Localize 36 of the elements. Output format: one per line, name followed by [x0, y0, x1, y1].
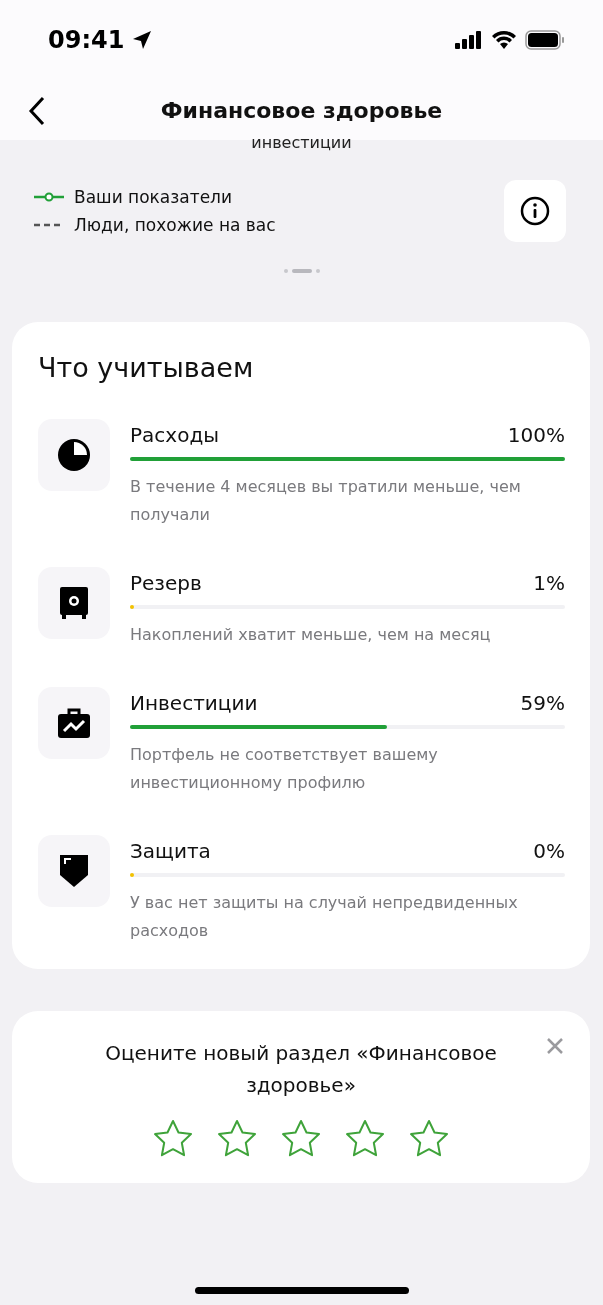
factor-name: Резерв	[130, 571, 202, 595]
factor-percent: 0%	[533, 839, 565, 863]
safe-icon	[60, 587, 88, 619]
rating-prompt: Оцените новый раздел «Финансовое здоровье»	[104, 1040, 498, 1099]
factor-description: Портфель не соответствует вашему инвестиционному профилю	[130, 744, 439, 794]
legend-label: Ваши показатели	[74, 187, 233, 207]
factor-name: Расходы	[130, 423, 219, 447]
factor-percent: 1%	[533, 571, 565, 595]
factor-description: Накоплений хватит меньше, чем на месяц	[130, 624, 492, 646]
star-icon[interactable]	[281, 1119, 321, 1159]
status-time: 09:41	[48, 26, 125, 54]
info-icon	[520, 196, 550, 226]
shield-icon	[60, 855, 88, 887]
factor-name: Защита	[130, 839, 211, 863]
star-icon[interactable]	[345, 1119, 385, 1159]
location-arrow-icon	[132, 30, 153, 50]
factor-name: Инвестиции	[130, 691, 258, 715]
factor-percent: 59%	[520, 691, 565, 715]
factor-percent: 100%	[507, 423, 565, 447]
screen-title: Финансовое здоровье	[160, 97, 443, 123]
info-button[interactable]	[504, 180, 566, 242]
legend-line-marker-icon	[34, 192, 64, 202]
legend-label: Люди, похожие на вас	[74, 215, 276, 235]
briefcase-chart-icon	[58, 708, 90, 738]
star-icon[interactable]	[153, 1119, 193, 1159]
wifi-icon	[491, 31, 517, 49]
chart-caption: инвестиции	[251, 134, 352, 152]
star-icon[interactable]	[217, 1119, 257, 1159]
battery-icon	[525, 30, 565, 50]
close-button[interactable]	[546, 1037, 564, 1055]
pie-chart-icon	[57, 438, 91, 472]
factor-description: У вас нет защиты на случай непредвиденных расходов	[130, 892, 519, 942]
factor-description: В течение 4 месяцев вы тратили меньше, чем получали	[130, 476, 522, 526]
star-icon[interactable]	[409, 1119, 449, 1159]
signal-icon	[455, 31, 483, 49]
card-title: Что учитываем	[38, 352, 255, 383]
